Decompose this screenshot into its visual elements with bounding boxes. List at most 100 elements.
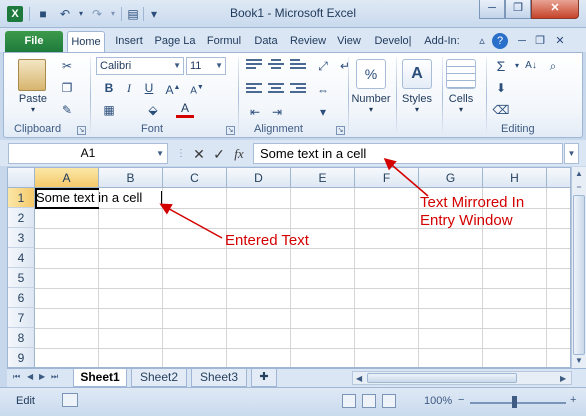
ribbon-close-icon[interactable]: ✕ <box>552 33 568 49</box>
styles-icon[interactable]: A <box>402 59 432 89</box>
page-layout-view-icon[interactable] <box>362 394 376 408</box>
alignment-launcher-icon[interactable]: ↘ <box>336 126 345 135</box>
font-launcher-icon[interactable]: ↘ <box>226 126 235 135</box>
row-header[interactable]: 6 <box>8 288 35 308</box>
tab-review[interactable]: Review <box>286 31 330 52</box>
last-sheet-icon[interactable]: ⏭ <box>51 372 58 382</box>
chevron-down-icon[interactable]: ▼ <box>156 144 164 163</box>
paste-button[interactable]: Paste <box>14 93 52 105</box>
page-break-view-icon[interactable] <box>382 394 396 408</box>
italic-button[interactable]: I <box>120 79 138 97</box>
horizontal-scrollbar[interactable]: ◀ ▶ <box>352 371 572 385</box>
underline-button[interactable]: U <box>140 79 158 97</box>
ribbon-minimize-icon[interactable]: ─ <box>514 33 530 49</box>
sheet-tab-sheet3[interactable]: Sheet3 <box>191 369 247 387</box>
middle-align-icon[interactable] <box>268 59 284 73</box>
horizontal-scroll-thumb[interactable] <box>367 373 517 383</box>
scroll-right-icon[interactable]: ▶ <box>560 374 566 383</box>
column-header[interactable]: A <box>35 168 99 188</box>
tab-page-layout[interactable]: Page La <box>151 31 199 52</box>
bold-button[interactable]: B <box>100 79 118 97</box>
vertical-scrollbar[interactable]: ▲ ═ ▼ <box>571 167 586 368</box>
clear-icon[interactable]: ⌫ <box>492 101 510 119</box>
scroll-down-icon[interactable]: ▼ <box>572 354 586 368</box>
help-icon[interactable]: ? <box>492 33 508 49</box>
first-sheet-icon[interactable]: ⏮ <box>13 372 20 382</box>
font-name-combo[interactable]: Calibri ▼ <box>96 57 184 75</box>
tab-developer[interactable]: Develo| <box>369 31 417 52</box>
formula-bar-handle-icon[interactable]: ⋮ <box>172 144 190 164</box>
merge-center-icon[interactable]: ⇔ <box>314 81 332 99</box>
normal-view-icon[interactable] <box>342 394 356 408</box>
restore-button[interactable]: ❐ <box>505 0 531 19</box>
cells-button[interactable]: Cells <box>440 93 482 105</box>
cells-dropdown-icon[interactable]: ▾ <box>454 105 468 114</box>
ribbon-restore-icon[interactable]: ❐ <box>532 33 548 49</box>
merge-dropdown-icon[interactable]: ▾ <box>314 103 332 121</box>
bottom-align-icon[interactable] <box>290 59 306 73</box>
column-header[interactable]: F <box>355 168 419 188</box>
select-all-corner[interactable] <box>8 168 35 188</box>
ribbon-collapse-icon[interactable]: ▵ <box>474 33 490 49</box>
next-sheet-icon[interactable]: ▶ <box>39 372 45 381</box>
tab-file[interactable]: File <box>5 31 63 52</box>
zoom-out-button[interactable]: − <box>458 394 464 406</box>
close-button[interactable]: ✕ <box>531 0 579 19</box>
tab-insert[interactable]: Insert <box>109 31 149 52</box>
wrap-text-icon[interactable]: ↵ <box>336 57 354 75</box>
macro-record-icon[interactable] <box>62 393 78 407</box>
decrease-font-icon[interactable]: A▼ <box>188 79 206 97</box>
format-painter-icon[interactable]: ✎ <box>58 101 76 119</box>
top-align-icon[interactable] <box>246 59 262 73</box>
column-header[interactable]: C <box>163 168 227 188</box>
formula-input[interactable]: Some text in a cell <box>253 143 563 164</box>
row-header[interactable]: 8 <box>8 328 35 348</box>
font-size-combo[interactable]: 11 ▼ <box>186 57 226 75</box>
align-left-icon[interactable] <box>246 83 262 97</box>
cell-a1[interactable]: Some text in a cell <box>36 188 142 208</box>
borders-icon[interactable]: ▦ <box>100 101 118 119</box>
tab-data[interactable]: Data <box>250 31 282 52</box>
tab-add-ins[interactable]: Add-In: <box>420 31 464 52</box>
split-handle-icon[interactable]: ═ <box>572 181 586 195</box>
find-select-icon[interactable]: ⌕ <box>544 57 562 75</box>
row-header[interactable]: 5 <box>8 268 35 288</box>
tab-view[interactable]: View <box>333 31 365 52</box>
increase-font-icon[interactable]: A▲ <box>164 79 182 97</box>
sort-filter-icon[interactable]: A↓ <box>522 57 540 75</box>
column-header[interactable]: D <box>227 168 291 188</box>
zoom-in-button[interactable]: + <box>570 394 576 406</box>
fill-icon[interactable]: ⬇ <box>492 79 510 97</box>
column-header[interactable]: B <box>99 168 163 188</box>
zoom-slider-knob[interactable] <box>512 396 517 408</box>
minimize-button[interactable]: ─ <box>479 0 505 19</box>
scroll-up-icon[interactable]: ▲ <box>572 167 586 181</box>
prev-sheet-icon[interactable]: ◀ <box>27 372 33 381</box>
cancel-entry-icon[interactable]: ✕ <box>190 144 208 164</box>
sheet-tab-sheet1[interactable]: Sheet1 <box>73 369 127 387</box>
scroll-left-icon[interactable]: ◀ <box>356 374 362 383</box>
zoom-slider[interactable] <box>470 402 566 404</box>
center-icon[interactable] <box>268 83 284 97</box>
column-header[interactable]: G <box>419 168 483 188</box>
row-header[interactable]: 9 <box>8 348 35 367</box>
column-header-partial[interactable] <box>547 168 570 188</box>
expand-formula-bar-icon[interactable]: ▼ <box>564 143 579 164</box>
fill-color-icon[interactable]: ⬙ <box>144 101 162 119</box>
styles-dropdown-icon[interactable]: ▾ <box>410 105 424 114</box>
number-button[interactable]: Number <box>349 93 393 105</box>
align-right-icon[interactable] <box>290 83 306 97</box>
copy-icon[interactable]: ❐ <box>58 79 76 97</box>
vertical-scroll-thumb[interactable] <box>573 195 585 355</box>
number-dropdown-icon[interactable]: ▾ <box>364 105 378 114</box>
percent-icon[interactable]: % <box>356 59 386 89</box>
paste-icon[interactable] <box>18 59 46 91</box>
column-header[interactable]: H <box>483 168 547 188</box>
enter-entry-icon[interactable]: ✓ <box>210 144 228 164</box>
clipboard-launcher-icon[interactable]: ↘ <box>77 126 86 135</box>
tab-formulas[interactable]: Formul <box>201 31 247 52</box>
row-header[interactable]: 4 <box>8 248 35 268</box>
styles-button[interactable]: Styles <box>396 93 438 105</box>
cut-icon[interactable]: ✂ <box>58 57 76 75</box>
sheet-tab-sheet2[interactable]: Sheet2 <box>131 369 187 387</box>
